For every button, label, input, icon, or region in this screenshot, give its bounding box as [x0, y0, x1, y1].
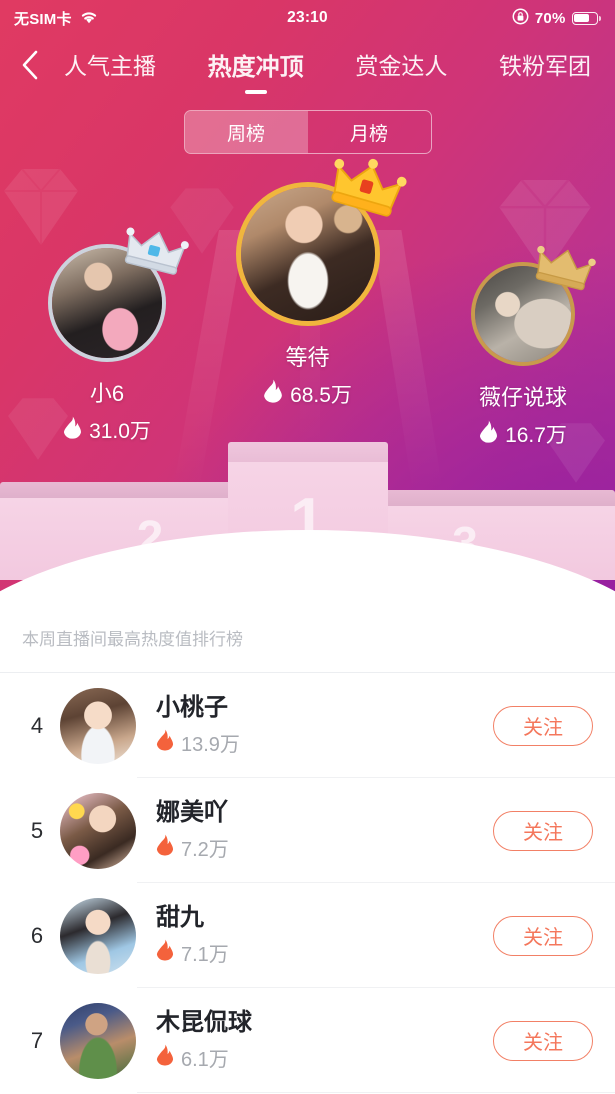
list-caption: 本周直播间最高热度值排行榜 — [22, 630, 243, 649]
tab-bar: 人气主播 热度冲顶 赏金达人 铁粉军团 — [50, 43, 599, 92]
avatar-ring-bronze — [471, 262, 575, 366]
list-item-meta: 小桃子 13.9万 — [156, 694, 493, 758]
anchor-heat: 6.1万 — [156, 1043, 493, 1072]
winner-third[interactable]: 薇仔说球 16.7万 — [471, 245, 596, 449]
avatar-ring-silver — [48, 244, 166, 362]
list-item[interactable]: 4 小桃子 13.9万 关注 — [0, 673, 615, 778]
avatar-photo — [475, 266, 571, 362]
flame-icon — [156, 1044, 174, 1072]
row-separator — [137, 1092, 615, 1093]
status-bar: 无SIM卡 23:10 70% — [0, 0, 615, 36]
winner-name: 等待 — [285, 345, 330, 370]
tab-bounty-masters[interactable]: 赏金达人 — [353, 43, 449, 91]
tab-heat-rush[interactable]: 热度冲顶 — [206, 43, 306, 92]
winner-heat: 68.5万 — [236, 379, 380, 409]
avatar-photo — [52, 248, 162, 358]
period-option-monthly[interactable]: 月榜 — [308, 111, 431, 153]
winner-second[interactable]: 小6 31.0万 — [48, 227, 189, 445]
anchor-heat-value: 7.1万 — [181, 944, 229, 967]
winner-heat: 31.0万 — [48, 415, 166, 445]
anchor-heat: 7.2万 — [156, 833, 493, 862]
follow-button[interactable]: 关注 — [493, 1020, 593, 1061]
winner-heat-value: 68.5万 — [290, 384, 352, 407]
flame-icon — [156, 729, 174, 757]
flame-icon — [156, 834, 174, 862]
period-option-weekly[interactable]: 周榜 — [184, 111, 308, 153]
anchor-heat: 7.1万 — [156, 938, 493, 967]
avatar[interactable] — [60, 1002, 136, 1079]
flame-icon — [479, 420, 498, 449]
follow-button[interactable]: 关注 — [493, 705, 593, 746]
anchor-name: 娜美吖 — [156, 798, 228, 826]
podium-block-top — [0, 482, 240, 498]
anchor-heat-value: 13.9万 — [181, 734, 240, 757]
flame-icon — [63, 416, 82, 445]
list-item[interactable]: 5 娜美吖 7.2万 关注 — [0, 778, 615, 883]
podium-block-top — [375, 490, 615, 506]
avatar-ring-gold — [235, 182, 380, 326]
list-item-meta: 甜九 7.1万 — [156, 904, 493, 968]
rotation-lock-icon — [512, 8, 529, 29]
anchor-heat-value: 6.1万 — [181, 1049, 229, 1072]
winner-heat-value: 31.0万 — [89, 420, 151, 443]
winner-heat-value: 16.7万 — [505, 424, 567, 447]
anchor-heat: 13.9万 — [156, 728, 493, 757]
flame-icon — [156, 939, 174, 967]
battery-percent-label: 70% — [534, 9, 566, 27]
winner-heat: 16.7万 — [471, 419, 575, 449]
anchor-name: 甜九 — [156, 903, 204, 931]
list-item[interactable]: 7 木昆侃球 6.1万 关注 — [0, 988, 615, 1093]
anchor-name: 小桃子 — [156, 693, 228, 721]
avatar[interactable] — [235, 158, 407, 326]
list-item-meta: 娜美吖 7.2万 — [156, 799, 493, 863]
rank-number: 4 — [30, 712, 44, 738]
avatar[interactable] — [60, 687, 136, 764]
avatar[interactable] — [48, 227, 189, 362]
rank-number: 6 — [30, 922, 44, 948]
flame-icon — [263, 379, 283, 409]
follow-button[interactable]: 关注 — [493, 915, 593, 956]
follow-button[interactable]: 关注 — [493, 810, 593, 851]
list-item-meta: 木昆侃球 6.1万 — [156, 1009, 493, 1073]
avatar[interactable] — [60, 792, 136, 869]
rank-number: 5 — [30, 817, 44, 843]
tab-fan-legion[interactable]: 铁粉军团 — [497, 43, 593, 91]
ranking-list-section: 本周直播间最高热度值排行榜 4 小桃子 13.9万 关注 5 娜美吖 7.2万 … — [0, 600, 615, 1093]
anchor-heat-value: 7.2万 — [181, 839, 229, 862]
tab-popular-anchors[interactable]: 人气主播 — [62, 43, 158, 91]
anchor-name: 木昆侃球 — [156, 1008, 252, 1036]
avatar[interactable] — [471, 245, 596, 366]
podium-winners: 小6 31.0万 薇仔说球 16.7万 等待 68.5万 — [0, 154, 615, 454]
back-button[interactable] — [10, 47, 50, 87]
winner-name: 薇仔说球 — [478, 385, 567, 410]
navigation-bar: 人气主播 热度冲顶 赏金达人 铁粉军团 — [0, 36, 615, 98]
winner-first[interactable]: 等待 68.5万 — [235, 158, 407, 409]
list-item[interactable]: 6 甜九 7.1万 关注 — [0, 883, 615, 988]
winner-name: 小6 — [89, 381, 125, 406]
period-toggle: 周榜 月榜 — [183, 110, 432, 154]
status-bar-right: 70% — [512, 8, 601, 29]
hero-header: 无SIM卡 23:10 70% 人气主播 热度冲顶 赏金达人 铁粉军团 周榜 月… — [0, 0, 615, 600]
chevron-left-icon — [21, 50, 39, 85]
rank-number: 7 — [30, 1027, 44, 1053]
avatar[interactable] — [60, 897, 136, 974]
avatar-photo — [240, 187, 375, 321]
battery-icon — [571, 11, 601, 25]
